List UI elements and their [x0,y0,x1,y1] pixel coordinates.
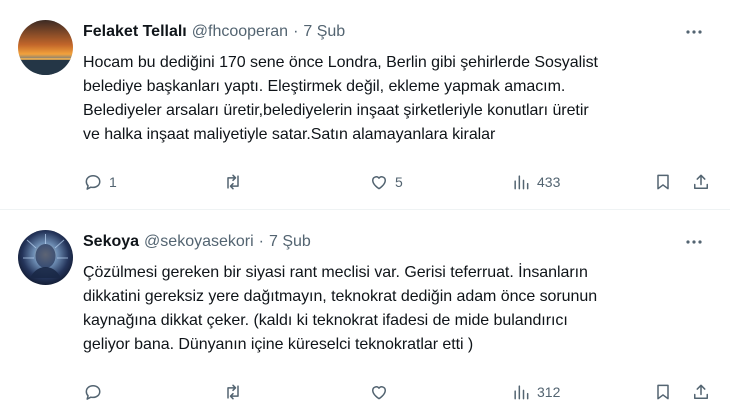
share-button[interactable] [691,170,711,194]
heart-icon [372,386,386,400]
user-avatar[interactable] [18,230,73,285]
views-button[interactable]: 433 [511,170,560,194]
tweet-text-line: dikkatini gereksiz yere dağıtmayın, tekn… [83,288,598,305]
tweet[interactable]: Sekoya @sekoyasekori · 7 Şub Çözülmesi g… [0,209,730,418]
bookmark-button[interactable] [653,170,673,194]
user-handle[interactable]: @sekoyasekori [144,232,254,252]
bookmark-icon [657,384,669,400]
timestamp[interactable]: 7 Şub [303,22,345,42]
separator-dot: · [293,23,299,40]
tweet-text-line: kaynağına dikkat çeker. (kaldı ki teknok… [83,312,568,329]
reply-icon [85,385,101,400]
tweet-text: Çözülmesi gereken bir siyasi rant meclis… [83,261,712,357]
glowing-head-avatar-icon [18,230,73,285]
tweet-text: Hocam bu dediğini 170 sene önce Londra, … [83,51,712,147]
display-name[interactable]: Sekoya [83,232,139,252]
display-name[interactable]: Felaket Tellalı [83,22,187,42]
heart-icon [372,176,386,190]
views-chart-icon [514,385,529,400]
bookmark-icon [657,174,669,190]
like-button[interactable] [369,380,389,404]
more-options-icon[interactable] [682,230,706,254]
timestamp[interactable]: 7 Şub [269,232,311,252]
share-icon [694,384,708,399]
reply-count: 1 [109,174,117,190]
views-button[interactable]: 312 [511,380,560,404]
tweet-text-line: Çözülmesi gereken bir siyasi rant meclis… [83,264,588,281]
views-chart-icon [514,175,529,190]
share-button[interactable] [691,380,711,404]
tweet-actions: 1 5 433 [83,170,712,194]
retweet-icon [227,384,239,400]
reply-icon [85,175,101,190]
tweet-header: Felaket Tellalı @fhcooperan · 7 Şub [83,22,712,42]
tweet-text-line: Belediyeler arsaları üretir,belediyeleri… [83,102,589,119]
tweet-actions: 312 [83,380,712,404]
like-button[interactable]: 5 [369,170,403,194]
tweet-text-line: Hocam bu dediğini 170 sene önce Londra, … [83,54,598,71]
retweet-button[interactable] [223,380,243,404]
user-handle[interactable]: @fhcooperan [192,22,288,42]
tweet-header: Sekoya @sekoyasekori · 7 Şub [83,232,712,252]
tweet-text-line: geliyor bana. Dünyanın içine küreselci t… [83,336,474,353]
retweet-button[interactable] [223,170,243,194]
view-count: 312 [537,384,561,400]
reply-button[interactable] [83,380,109,404]
retweet-icon [227,174,239,190]
tweet-text-line: belediye başkanları yaptı. Eleştirmek de… [83,78,566,95]
reply-button[interactable]: 1 [83,170,117,194]
share-icon [694,174,708,189]
tweet-text-line: ve halka inşaat maliyetiyle satar.Satın … [83,126,496,143]
user-avatar[interactable] [18,20,73,75]
sunset-avatar-icon [18,20,73,75]
more-options-icon[interactable] [682,20,706,44]
bookmark-button[interactable] [653,380,673,404]
tweet[interactable]: Felaket Tellalı @fhcooperan · 7 Şub Hoca… [0,0,730,209]
separator-dot: · [258,233,264,250]
view-count: 433 [537,174,561,190]
like-count: 5 [395,174,403,190]
